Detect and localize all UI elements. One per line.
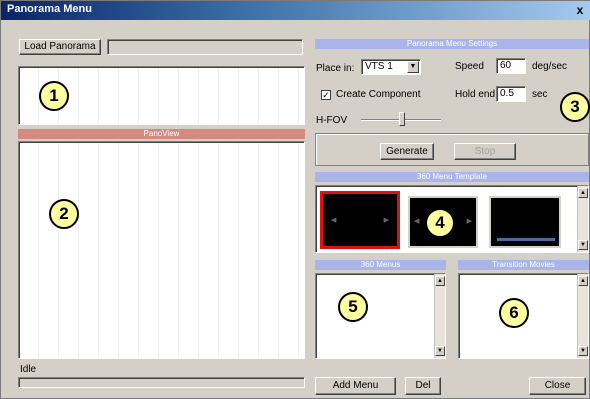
template-thumb-3[interactable] — [489, 196, 561, 248]
add-menu-button[interactable]: Add Menu — [315, 377, 396, 395]
scroll-up-icon[interactable]: ▲ — [435, 276, 445, 286]
panoview-area[interactable] — [18, 141, 305, 359]
callout-2: 2 — [49, 199, 79, 229]
hold-end-value: 0.5 — [500, 88, 514, 99]
hfov-label: H-FOV — [316, 115, 348, 126]
settings-header: Panorama Menu Settings — [315, 39, 589, 49]
transitions-scrollbar[interactable]: ▲ ▼ — [577, 274, 588, 358]
scroll-down-icon[interactable]: ▼ — [578, 240, 588, 250]
callout-6: 6 — [499, 298, 529, 328]
status-text: Idle — [20, 364, 37, 375]
speed-unit: deg/sec — [532, 61, 568, 72]
stop-button[interactable]: Stop — [454, 143, 516, 160]
speed-label: Speed — [455, 61, 484, 72]
del-button[interactable]: Del — [405, 377, 441, 395]
callout-1: 1 — [39, 81, 69, 111]
speed-input[interactable]: 60 — [496, 58, 526, 74]
menus-header: 360 Menus — [315, 260, 446, 270]
arrow-right-icon: ▶ — [383, 217, 389, 224]
hfov-slider-thumb[interactable] — [399, 112, 405, 126]
arrow-left-icon: ◀ — [331, 217, 337, 224]
transitions-header: Transition Movies — [458, 260, 589, 270]
scroll-down-icon[interactable]: ▼ — [435, 346, 445, 356]
generate-group — [315, 133, 589, 166]
progress-bar — [18, 377, 305, 388]
create-component-checkbox[interactable]: ✓ — [321, 90, 331, 100]
title-bar: Panorama Menu x — [1, 1, 590, 20]
hold-end-unit: sec — [532, 89, 548, 100]
template-bar — [497, 238, 555, 241]
hold-end-input[interactable]: 0.5 — [496, 86, 526, 102]
scroll-down-icon[interactable]: ▼ — [578, 346, 588, 356]
template-thumb-1[interactable]: ◀ ▶ — [320, 191, 400, 249]
create-component-label: Create Component — [336, 89, 421, 100]
scroll-up-icon[interactable]: ▲ — [578, 276, 588, 286]
panorama-menu-window: Panorama Menu x Load Panorama PanoView I… — [0, 0, 590, 399]
hold-end-label: Hold end — [455, 89, 496, 100]
close-button[interactable]: Close — [529, 377, 586, 395]
panorama-path-field[interactable] — [107, 39, 303, 55]
template-header: 360 Menu Template — [315, 172, 589, 182]
arrow-right-icon: ▶ — [466, 218, 472, 225]
scroll-up-icon[interactable]: ▲ — [578, 188, 588, 198]
place-in-select[interactable]: VTS 1 ▼ — [361, 59, 421, 75]
menus-scrollbar[interactable]: ▲ ▼ — [434, 274, 445, 358]
speed-value: 60 — [500, 60, 512, 71]
arrow-left-icon: ◀ — [414, 218, 420, 225]
generate-button[interactable]: Generate — [380, 143, 434, 160]
panoview-header: PanoView — [18, 129, 305, 139]
callout-3: 3 — [560, 92, 590, 122]
place-in-value: VTS 1 — [365, 61, 393, 72]
place-in-label: Place in: — [316, 63, 355, 74]
chevron-down-icon[interactable]: ▼ — [407, 61, 419, 73]
callout-4: 4 — [425, 208, 455, 238]
template-scrollbar[interactable]: ▲ ▼ — [577, 186, 588, 252]
callout-5: 5 — [338, 292, 368, 322]
window-title: Panorama Menu — [7, 3, 92, 15]
close-window-button[interactable]: x — [573, 3, 587, 17]
menus-list[interactable]: ▲ ▼ — [315, 273, 446, 359]
load-panorama-button[interactable]: Load Panorama — [19, 39, 101, 55]
